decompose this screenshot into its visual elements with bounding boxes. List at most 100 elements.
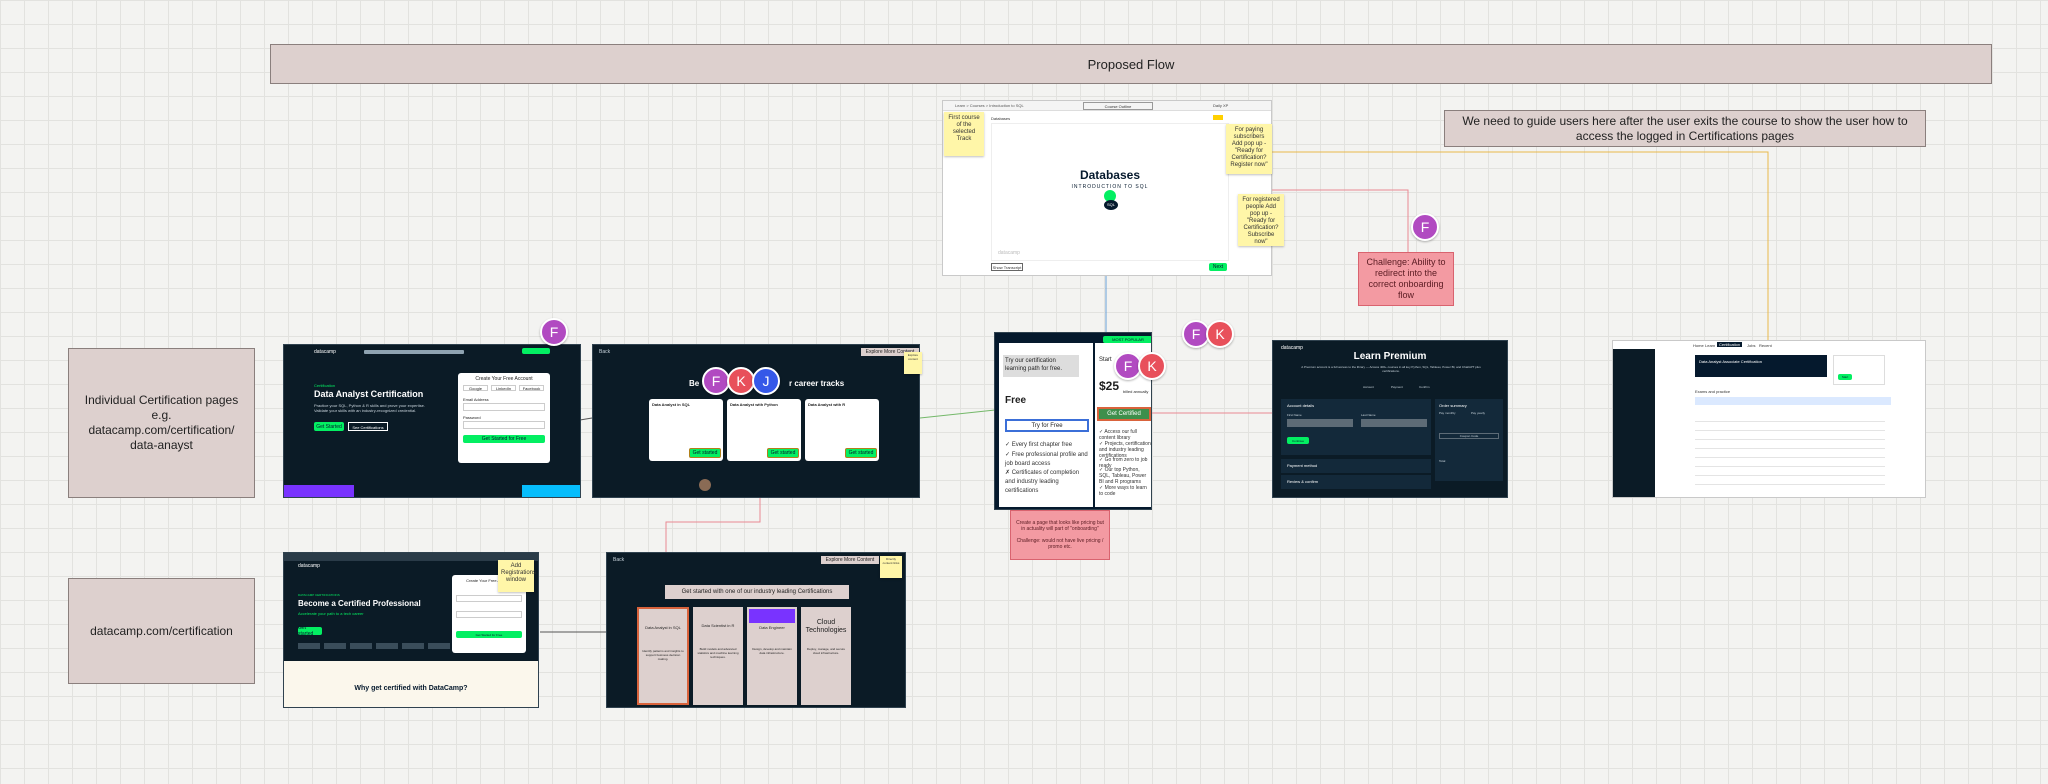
nav-cta[interactable] (522, 348, 550, 354)
industry-card[interactable]: Data Engineer Design, develop and mainta… (747, 607, 797, 705)
track-card-button[interactable]: Get started (845, 448, 877, 458)
industry-back-link[interactable]: Back (613, 557, 624, 563)
sticky-registered-people: For registered people Add pop up - "Read… (1238, 194, 1284, 246)
cert-root-cta-label: Get started (298, 625, 314, 637)
dashboard-tab[interactable]: Jobs (1747, 343, 1755, 348)
industry-card-image (749, 609, 795, 623)
course-outline-button[interactable]: Course Outline (1083, 102, 1153, 110)
account-details-panel: Account details First Name Last Name Con… (1281, 399, 1431, 455)
start-button[interactable]: Start (1838, 374, 1852, 380)
avatar-f[interactable]: F (540, 318, 568, 346)
paid-note: billed annually (1123, 389, 1149, 394)
dashboard-tab[interactable]: Recent (1759, 343, 1772, 348)
review-label: Review & confirm (1287, 479, 1319, 484)
try-free-button[interactable]: Try for Free (1005, 419, 1089, 432)
signup-submit-button[interactable]: Get Started for Free (463, 435, 545, 443)
linkedin-button[interactable]: LinkedIn (491, 385, 516, 391)
course-breadcrumb[interactable]: Learn > Courses > Introduction to SQL (955, 103, 1024, 108)
back-link[interactable]: Back (599, 349, 610, 355)
free-feature: ✗ Certificates of completion and industr… (1005, 470, 1080, 494)
track-card-button[interactable]: Get started (689, 448, 721, 458)
dashboard-tab[interactable]: Learn (1705, 343, 1715, 348)
eyebrow: Certification (314, 383, 336, 388)
dashboard-frame[interactable]: Home Learn Certification Jobs Recent Dat… (1612, 340, 1926, 498)
avatar-k[interactable]: K (1138, 352, 1166, 380)
slide-watermark: datacamp (998, 250, 1020, 256)
info-banner (1695, 397, 1891, 405)
password-label: Password (463, 415, 481, 420)
track-card-title: Data Analyst with R (808, 402, 846, 407)
pay-yearly-radio[interactable]: Pay yearly (1471, 411, 1485, 415)
hero-secondary-button[interactable]: See Certifications (348, 422, 388, 431)
cert-root-field[interactable] (456, 595, 522, 602)
cert-root-logo[interactable]: datacamp (298, 563, 320, 569)
cert-root-submit[interactable]: Get Started for Free (456, 631, 522, 638)
data-analyst-cert-frame[interactable]: datacamp Certification Data Analyst Cert… (283, 344, 581, 498)
flow-title-bar: Proposed Flow (270, 44, 1992, 84)
dc-logo[interactable]: datacamp (314, 349, 336, 355)
industry-card[interactable]: Data Scientist in R Build models and adv… (693, 607, 743, 705)
review-row[interactable]: Review & confirm (1281, 475, 1431, 489)
continue-button[interactable]: Continue (1287, 437, 1309, 444)
course-frame[interactable]: Learn > Courses > Introduction to SQL Co… (942, 100, 1272, 276)
avatar-f[interactable]: F (702, 367, 730, 395)
footer-accent-right (522, 485, 580, 497)
sub-title: Exams and practice (1695, 389, 1731, 394)
industry-card[interactable]: Cloud Technologies Deploy, manage, and s… (801, 607, 851, 705)
avatar-f[interactable]: F (1411, 213, 1439, 241)
get-certified-button[interactable]: Get Certified (1097, 407, 1151, 421)
industry-card-title: Data Analyst in SQL (645, 625, 681, 630)
nav-bar (364, 350, 464, 354)
order-summary-panel: Order summary Pay monthly Pay yearly Cou… (1435, 399, 1503, 481)
slide-area: Databases INTRODUCTION TO SQL SQL dataca… (991, 123, 1229, 261)
track-card[interactable]: Data Analyst in SQL Get started (649, 399, 723, 461)
learn-premium-frame[interactable]: datacamp Learn Premium A Premium account… (1272, 340, 1508, 498)
free-feature: ✓ Free professional profile and job boar… (1005, 452, 1088, 467)
dashboard-tab-active[interactable]: Certification (1717, 342, 1743, 347)
avatar-k[interactable]: K (1206, 320, 1234, 348)
sticky-registered-text: For registered people Add pop up - "Read… (1242, 197, 1280, 245)
coupon-field[interactable]: Coupon Code (1439, 433, 1499, 439)
first-name-field[interactable] (1287, 419, 1353, 427)
track-card[interactable]: Data Analyst with R Get started (805, 399, 879, 461)
hero-primary-button[interactable]: Get Started (314, 422, 344, 431)
form-title: Create Your Free Account (475, 376, 533, 382)
avatar-letter: F (711, 373, 721, 389)
tracks-heading-left: Be (689, 379, 700, 388)
testimonial-avatar (699, 479, 711, 491)
last-name-field[interactable] (1361, 419, 1427, 427)
cert-root-cta[interactable]: Get started (298, 625, 322, 637)
avatar-k[interactable]: K (727, 367, 755, 395)
pay-monthly-radio[interactable]: Pay monthly (1439, 411, 1456, 415)
industry-cert-frame[interactable]: Back Explore More Content Get started wi… (606, 552, 906, 708)
track-card-button[interactable]: Get started (767, 448, 799, 458)
track-card-button-label: Get started (770, 450, 796, 456)
google-button[interactable]: Google (463, 385, 488, 391)
password-field[interactable] (463, 421, 545, 429)
label-individual-text: Individual Certification pages e.g. data… (84, 393, 239, 452)
email-field[interactable] (463, 403, 545, 411)
industry-card-title: Cloud Technologies (805, 619, 847, 634)
next-button[interactable]: Next (1209, 263, 1227, 271)
guide-note: We need to guide users here after the us… (1444, 110, 1926, 147)
show-transcript-button[interactable]: Show Transcript (991, 263, 1023, 271)
most-popular-label: MOST POPULAR (1112, 337, 1144, 342)
industry-card-title: Data Engineer (759, 625, 785, 630)
most-popular-banner: MOST POPULAR (1103, 336, 1151, 343)
slide-heading: Databases (1079, 168, 1141, 182)
cert-root-submit-label: Get Started for Free (475, 632, 503, 637)
cert-root-field[interactable] (456, 611, 522, 618)
paid-feature: ✓ More ways to learn to code (1099, 485, 1147, 497)
track-card[interactable]: Data Analyst with Python Get started (727, 399, 801, 461)
track-card-title: Data Analyst with Python (730, 402, 778, 407)
course-tab[interactable]: Databases (991, 116, 1010, 121)
dashboard-tab[interactable]: Home (1693, 343, 1704, 348)
industry-card[interactable]: Data Analyst in SQL Identify patterns an… (637, 607, 689, 705)
career-tracks-frame[interactable]: Back Explore More Content Be r career tr… (592, 344, 920, 498)
avatar-j[interactable]: J (752, 367, 780, 395)
industry-heading: Get started with one of our industry lea… (681, 589, 833, 595)
payment-method-row[interactable]: Payment method (1281, 459, 1431, 473)
facebook-button[interactable]: Facebook (519, 385, 544, 391)
industry-explore-button[interactable]: Explore More Content (821, 556, 879, 564)
pricing-note-text: Create a page that looks like pricing bu… (1016, 520, 1104, 550)
